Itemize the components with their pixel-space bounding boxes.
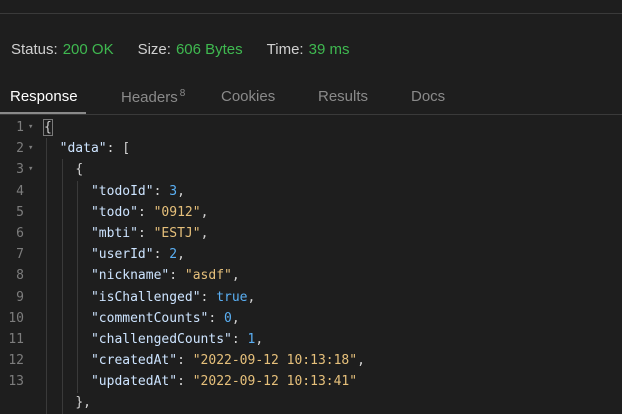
code-text: "nickname": "asdf", (90, 268, 240, 284)
code-line: 1 ▾ { (0, 117, 622, 138)
active-tab-indicator (0, 112, 86, 114)
code-line: 11 "challengedCounts": 1, (0, 329, 622, 350)
fold-chevron-icon[interactable]: ▾ (28, 159, 33, 180)
line-number: 9 (16, 289, 24, 305)
status-value: 200 OK (62, 40, 114, 58)
tab-headers[interactable]: Headers 8 (121, 88, 185, 106)
tab-headers-label: Headers (121, 89, 178, 106)
code-text: "data": [ (59, 141, 131, 157)
tab-response[interactable]: Response (10, 88, 78, 105)
code-text: "isChallenged": true, (90, 289, 256, 305)
line-number: 1 (16, 120, 24, 135)
line-number: 3 (16, 162, 24, 178)
size-label: Size: (137, 40, 171, 58)
code-line: 12 "createdAt": "2022-09-12 10:13:18", (0, 350, 622, 371)
code-text: { (75, 162, 84, 178)
code-text: "createdAt": "2022-09-12 10:13:18", (90, 353, 365, 369)
fold-chevron-icon[interactable]: ▾ (28, 138, 33, 159)
tab-cookies[interactable]: Cookies (221, 88, 275, 105)
fold-chevron-icon[interactable]: ▾ (28, 117, 33, 138)
response-body-editor[interactable]: 1 ▾{2 ▾ "data": [3 ▾ {4 "todoId": 3, 5 "todo… (0, 117, 622, 414)
code-line: 2 ▾ "data": [ (0, 138, 622, 159)
size-group: Size: 606 Bytes (138, 41, 243, 58)
line-number: 7 (16, 247, 24, 263)
code-text: "mbti": "ESTJ", (90, 225, 209, 241)
line-number: 13 (8, 374, 24, 390)
line-number: 10 (8, 310, 24, 326)
code-text: "userId": 2, (90, 247, 185, 263)
indent-guide (61, 159, 63, 414)
code-line: }, (0, 392, 622, 413)
code-text: }, (75, 395, 91, 411)
code-line: 9 "isChallenged": true, (0, 287, 622, 308)
line-number: 12 (8, 353, 24, 369)
code-text: "updatedAt": "2022-09-12 10:13:41" (90, 374, 358, 390)
line-number: 4 (16, 183, 24, 199)
code-line: 10 "commentCounts": 0, (0, 308, 622, 329)
code-line: 4 "todoId": 3, (0, 181, 622, 202)
indent-guide (46, 138, 47, 414)
top-bar (0, 0, 622, 14)
status-label: Status: (11, 40, 58, 58)
time-value: 39 ms (308, 40, 350, 58)
response-tabs: Response Headers 8 Cookies Results Docs (0, 84, 622, 115)
code-line: 7 "userId": 2, (0, 244, 622, 265)
line-number: 11 (8, 331, 24, 347)
line-number: 2 (16, 141, 24, 157)
tab-docs[interactable]: Docs (411, 88, 445, 105)
time-group: Time: 39 ms (267, 41, 350, 58)
line-number: 5 (16, 204, 24, 220)
size-value: 606 Bytes (175, 40, 243, 58)
tab-results[interactable]: Results (318, 88, 368, 105)
code-text: "todoId": 3, (90, 183, 185, 199)
code-line: 3 ▾ { (0, 159, 622, 180)
code-text: { (43, 119, 53, 136)
line-number: 6 (16, 225, 24, 241)
code-line: 5 "todo": "0912", (0, 202, 622, 223)
code-line: 13 "updatedAt": "2022-09-12 10:13:41" (0, 371, 622, 392)
indent-guide (77, 180, 79, 393)
status-group: Status: 200 OK (11, 41, 114, 58)
response-status-bar: Status: 200 OK Size: 606 Bytes Time: 39 … (11, 39, 373, 59)
code-text: "todo": "0912", (90, 204, 209, 220)
code-line: 6 "mbti": "ESTJ", (0, 223, 622, 244)
time-label: Time: (266, 40, 304, 58)
code-line: 8 "nickname": "asdf", (0, 265, 622, 286)
headers-count-badge: 8 (179, 88, 186, 99)
code-text: "commentCounts": 0, (90, 310, 240, 326)
line-number: 8 (16, 268, 24, 284)
